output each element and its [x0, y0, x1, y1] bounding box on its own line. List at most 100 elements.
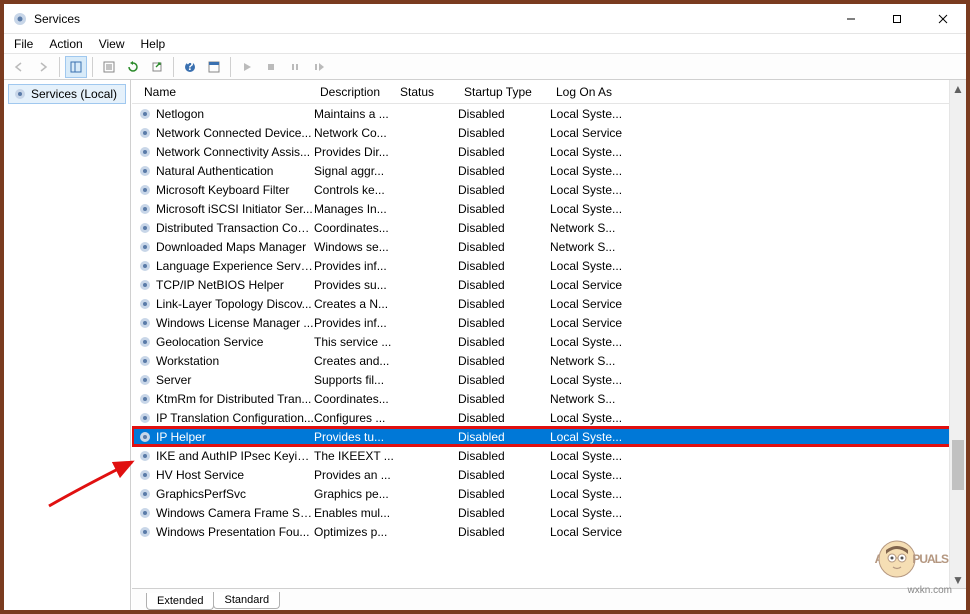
cell-logon: Network S... — [550, 221, 630, 235]
main-panel: Name Description Status Startup Type Log… — [131, 80, 966, 610]
cell-description: Signal aggr... — [314, 164, 394, 178]
cell-startup: Disabled — [458, 126, 550, 140]
cell-startup: Disabled — [458, 525, 550, 539]
cell-description: Provides inf... — [314, 316, 394, 330]
service-row[interactable]: ServerSupports fil...DisabledLocal Syste… — [132, 370, 966, 389]
window-title: Services — [34, 12, 828, 26]
cell-logon: Local Service — [550, 126, 630, 140]
toolbar: ? — [4, 54, 966, 80]
pause-service-button — [284, 56, 306, 78]
menubar: File Action View Help — [4, 34, 966, 54]
service-row[interactable]: Distributed Transaction Coo...Coordinate… — [132, 218, 966, 237]
app-icon — [12, 11, 28, 27]
cell-name: Network Connectivity Assis... — [156, 145, 314, 159]
service-row[interactable]: Network Connected Device...Network Co...… — [132, 123, 966, 142]
service-row[interactable]: Microsoft iSCSI Initiator Ser...Manages … — [132, 199, 966, 218]
scroll-thumb[interactable] — [952, 440, 964, 490]
cell-logon: Local Service — [550, 278, 630, 292]
scroll-up-button[interactable]: ▲ — [950, 80, 966, 97]
gear-icon — [138, 164, 152, 178]
cell-startup: Disabled — [458, 468, 550, 482]
gear-icon — [138, 468, 152, 482]
show-hide-tree-button[interactable] — [65, 56, 87, 78]
service-row[interactable]: Geolocation ServiceThis service ...Disab… — [132, 332, 966, 351]
service-row[interactable]: Windows License Manager ...Provides inf.… — [132, 313, 966, 332]
cell-logon: Local Syste... — [550, 430, 630, 444]
cell-startup: Disabled — [458, 411, 550, 425]
service-row[interactable]: Downloaded Maps ManagerWindows se...Disa… — [132, 237, 966, 256]
help-button[interactable]: ? — [179, 56, 201, 78]
window: Services File Action View Help ? — [0, 0, 970, 614]
service-row[interactable]: Language Experience ServiceProvides inf.… — [132, 256, 966, 275]
service-row[interactable]: KtmRm for Distributed Tran...Coordinates… — [132, 389, 966, 408]
header-description[interactable]: Description — [314, 81, 394, 103]
sidebar-item-services-local[interactable]: Services (Local) — [8, 84, 126, 104]
service-row[interactable]: Windows Presentation Fou...Optimizes p..… — [132, 522, 966, 541]
service-row[interactable]: Link-Layer Topology Discov...Creates a N… — [132, 294, 966, 313]
service-row[interactable]: GraphicsPerfSvcGraphics pe...DisabledLoc… — [132, 484, 966, 503]
cell-startup: Disabled — [458, 278, 550, 292]
cell-name: Geolocation Service — [156, 335, 314, 349]
cell-name: Workstation — [156, 354, 314, 368]
menu-file[interactable]: File — [14, 37, 33, 51]
service-row[interactable]: TCP/IP NetBIOS HelperProvides su...Disab… — [132, 275, 966, 294]
cell-logon: Local Syste... — [550, 449, 630, 463]
cell-name: Microsoft iSCSI Initiator Ser... — [156, 202, 314, 216]
cell-name: Server — [156, 373, 314, 387]
header-status[interactable]: Status — [394, 81, 458, 103]
cell-startup: Disabled — [458, 430, 550, 444]
service-row[interactable]: Natural AuthenticationSignal aggr...Disa… — [132, 161, 966, 180]
cell-description: Graphics pe... — [314, 487, 394, 501]
cell-description: Windows se... — [314, 240, 394, 254]
cell-startup: Disabled — [458, 164, 550, 178]
header-logon-as[interactable]: Log On As — [550, 81, 630, 103]
gear-icon — [138, 278, 152, 292]
service-row[interactable]: NetlogonMaintains a ...DisabledLocal Sys… — [132, 104, 966, 123]
cell-logon: Local Syste... — [550, 259, 630, 273]
vertical-scrollbar[interactable]: ▲ ▼ — [949, 80, 966, 588]
service-row[interactable]: HV Host ServiceProvides an ...DisabledLo… — [132, 465, 966, 484]
gear-icon — [13, 87, 27, 101]
cell-logon: Local Syste... — [550, 183, 630, 197]
menu-view[interactable]: View — [99, 37, 125, 51]
tab-standard[interactable]: Standard — [213, 592, 280, 609]
cell-description: Provides tu... — [314, 430, 394, 444]
cell-name: IP Translation Configuration... — [156, 411, 314, 425]
gear-icon — [138, 259, 152, 273]
tab-extended[interactable]: Extended — [146, 593, 214, 610]
service-row[interactable]: IKE and AuthIP IPsec Keying...The IKEEXT… — [132, 446, 966, 465]
gear-icon — [138, 183, 152, 197]
sidebar-item-label: Services (Local) — [31, 87, 117, 101]
cell-name: Windows Presentation Fou... — [156, 525, 314, 539]
cell-startup: Disabled — [458, 487, 550, 501]
cell-name: IP Helper — [156, 430, 314, 444]
maximize-button[interactable] — [874, 4, 920, 34]
minimize-button[interactable] — [828, 4, 874, 34]
cell-startup: Disabled — [458, 221, 550, 235]
cell-description: Provides Dir... — [314, 145, 394, 159]
cell-name: Downloaded Maps Manager — [156, 240, 314, 254]
service-row[interactable]: IP HelperProvides tu... DisabledLocal Sys… — [132, 427, 966, 446]
header-startup-type[interactable]: Startup Type — [458, 81, 550, 103]
service-row[interactable]: Network Connectivity Assis...Provides Di… — [132, 142, 966, 161]
service-row[interactable]: Microsoft Keyboard FilterControls ke...D… — [132, 180, 966, 199]
export-button[interactable] — [146, 56, 168, 78]
scroll-down-button[interactable]: ▼ — [950, 571, 966, 588]
refresh-button[interactable] — [122, 56, 144, 78]
close-button[interactable] — [920, 4, 966, 34]
service-row[interactable]: WorkstationCreates and...DisabledNetwork… — [132, 351, 966, 370]
service-row[interactable]: IP Translation Configuration...Configure… — [132, 408, 966, 427]
cell-logon: Local Syste... — [550, 487, 630, 501]
cell-logon: Local Syste... — [550, 468, 630, 482]
gear-icon — [138, 525, 152, 539]
service-row[interactable]: Windows Camera Frame Se...Enables mul...… — [132, 503, 966, 522]
cell-name: Link-Layer Topology Discov... — [156, 297, 314, 311]
menu-help[interactable]: Help — [141, 37, 166, 51]
cell-name: TCP/IP NetBIOS Helper — [156, 278, 314, 292]
menu-action[interactable]: Action — [49, 37, 82, 51]
cell-description: Creates and... — [314, 354, 394, 368]
cell-startup: Disabled — [458, 297, 550, 311]
header-name[interactable]: Name — [138, 81, 314, 103]
help-topics-button[interactable] — [203, 56, 225, 78]
properties-button[interactable] — [98, 56, 120, 78]
